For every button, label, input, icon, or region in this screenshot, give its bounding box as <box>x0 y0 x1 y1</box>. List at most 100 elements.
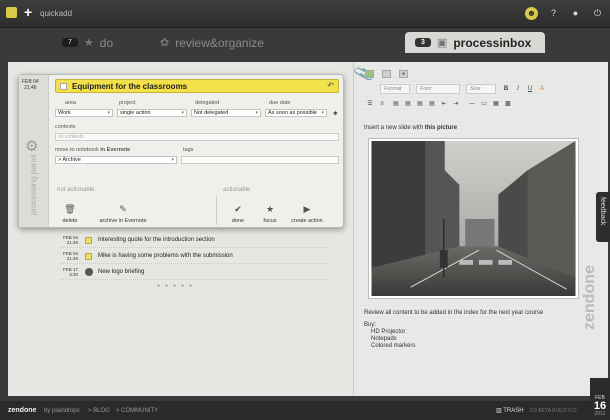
pagination-dots[interactable] <box>157 284 192 287</box>
font-dropdown[interactable]: Font <box>416 84 460 94</box>
help-icon[interactable]: ? <box>547 7 560 20</box>
archive-label: archive in Evernote <box>99 218 147 224</box>
archive-evernote-button[interactable]: ✎ archive in Evernote <box>89 204 157 224</box>
editor-toolbar: Format Font Size B I U A ☰ ≡ ▤ ▤ ▤ ▤ ⇤ ⇥… <box>362 84 600 112</box>
align-center-icon[interactable]: ▤ <box>404 100 412 108</box>
insert-image-icon[interactable]: ▭ <box>480 100 488 108</box>
font-color-button[interactable]: A <box>538 85 546 93</box>
trash-button[interactable]: ▥ TRASH <box>496 407 524 414</box>
align-left-icon[interactable]: ▤ <box>392 100 400 108</box>
format-dropdown[interactable]: Format <box>380 84 410 94</box>
note-tool-icon[interactable] <box>365 70 374 78</box>
calendar-day: 16 <box>593 400 607 412</box>
page-dot[interactable] <box>157 284 160 287</box>
power-icon[interactable]: ⏻ <box>591 7 604 20</box>
panel-date-time: 21:46 <box>24 85 37 91</box>
title-checkbox[interactable] <box>60 83 67 90</box>
bold-button[interactable]: B <box>502 85 510 93</box>
horizontal-rule-icon[interactable]: — <box>468 100 476 108</box>
outdent-icon[interactable]: ⇤ <box>440 100 448 108</box>
feedback-label: feedback <box>599 197 606 226</box>
magic-wand-icon[interactable]: ✶ <box>332 109 339 118</box>
processing-panel: FEB 04 21:46 ⚙ processing panel Equipmen… <box>18 74 344 228</box>
organize-icon: ✿ <box>160 37 170 49</box>
insert-table-icon[interactable]: ▦ <box>492 100 500 108</box>
tab-process-inbox[interactable]: 3 ▣ processinbox <box>405 32 546 53</box>
tab-do-count: 7 <box>62 38 78 47</box>
italic-button[interactable]: I <box>514 85 522 93</box>
chevron-down-icon: ▾ <box>107 110 110 116</box>
project-select[interactable]: single action ▾ <box>117 109 187 117</box>
star-icon: ★ <box>265 204 275 214</box>
contexts-label: contexts <box>55 124 76 130</box>
html-icon[interactable]: ▩ <box>504 100 512 108</box>
notebook-select[interactable]: > Archive ▾ <box>55 156 177 164</box>
evernote-icon[interactable]: ● <box>399 70 408 78</box>
contexts-input[interactable]: no contexts <box>55 133 339 141</box>
not-actionable-label: not actionable <box>57 187 95 193</box>
align-right-icon[interactable]: ▤ <box>416 100 424 108</box>
list-item[interactable]: FEB 17 3:30 New logo briefing <box>60 266 330 280</box>
footer-blog-link[interactable]: > BLOG <box>88 408 110 414</box>
done-label: done <box>231 218 245 224</box>
app-logo <box>6 7 17 18</box>
list-item[interactable]: FEB 04 21:46 Mike is having some problems… <box>60 250 330 264</box>
footer: zendone by plaindrops > BLOG > COMMUNITY… <box>0 401 590 420</box>
focus-button[interactable]: ★ focus <box>259 204 281 224</box>
trash-icon: 🗑 <box>64 204 76 214</box>
note-buy-list: Buy: HD Projector Notepads Colored marke… <box>364 322 415 350</box>
page-dot[interactable] <box>181 284 184 287</box>
footer-brand[interactable]: zendone <box>8 407 36 414</box>
page-dot[interactable] <box>173 284 176 287</box>
move-to-notebook-label: move to notebook in Evernote <box>55 147 130 153</box>
plus-icon[interactable]: + <box>24 4 32 20</box>
align-justify-icon[interactable]: ▤ <box>428 100 436 108</box>
buy-heading: Buy: <box>364 322 377 328</box>
undo-icon[interactable]: ↶ <box>327 81 334 90</box>
tab-process-label: processinbox <box>453 35 532 50</box>
chevron-down-icon: ▾ <box>255 110 258 116</box>
note-tool-icon[interactable] <box>382 70 391 78</box>
delete-label: delete <box>62 218 78 224</box>
delegated-select[interactable]: Not delegated ▾ <box>191 109 261 117</box>
bell-icon[interactable]: ☻ <box>525 7 538 20</box>
size-dropdown[interactable]: Size <box>466 84 496 94</box>
note-intro: Insert a new slide with this picture <box>364 125 457 131</box>
due-date-select[interactable]: As soon as possible ▾ <box>265 109 327 117</box>
evernote-icon: ✎ <box>119 204 127 214</box>
panel-date: FEB 04 21:46 <box>22 79 39 91</box>
tab-do[interactable]: 7 ★ do <box>62 32 113 53</box>
calendar-date: FEB 16 2012 <box>590 395 610 417</box>
numbered-list-icon[interactable]: ≡ <box>378 100 386 108</box>
item-date: FEB 04 21:46 <box>60 235 78 245</box>
item-checkbox[interactable] <box>85 237 92 244</box>
area-select[interactable]: Work ▾ <box>55 109 113 117</box>
item-checkbox[interactable] <box>85 253 92 260</box>
panel-title[interactable]: Equipment for the classrooms ↶ <box>55 79 339 93</box>
panel-side-label: processing panel <box>29 154 38 215</box>
bullet-list-icon[interactable]: ☰ <box>366 100 374 108</box>
page-dot[interactable] <box>165 284 168 287</box>
gear-icon: ⚙ <box>25 138 39 155</box>
tab-process-count: 3 <box>415 38 431 47</box>
list-item[interactable]: FEB 04 21:46 Interesting quote for the in… <box>60 234 330 248</box>
create-action-button[interactable]: ▶ create action <box>287 204 327 224</box>
brand-vertical: zendone <box>581 265 598 330</box>
street-photo <box>369 139 578 298</box>
feedback-button[interactable]: feedback <box>596 192 610 242</box>
tab-review-organize[interactable]: ✿ review&organize <box>160 32 264 53</box>
chevron-down-icon: ▾ <box>321 110 324 116</box>
indent-icon[interactable]: ⇥ <box>452 100 460 108</box>
tags-input[interactable] <box>181 156 339 164</box>
footer-community-link[interactable]: > COMMUNITY <box>116 408 158 414</box>
footer-by[interactable]: by plaindrops <box>44 408 80 414</box>
tab-do-label: do <box>99 35 114 50</box>
underline-button[interactable]: U <box>526 85 534 93</box>
quickadd-label[interactable]: quickadd <box>40 9 72 18</box>
user-icon[interactable]: ● <box>569 7 582 20</box>
page-dot[interactable] <box>189 284 192 287</box>
done-button[interactable]: ✔ done <box>227 204 249 224</box>
delete-button[interactable]: 🗑 delete <box>57 204 83 224</box>
note-intro-text: Insert a new slide with <box>364 125 424 131</box>
list-item: Notepads <box>371 336 397 342</box>
